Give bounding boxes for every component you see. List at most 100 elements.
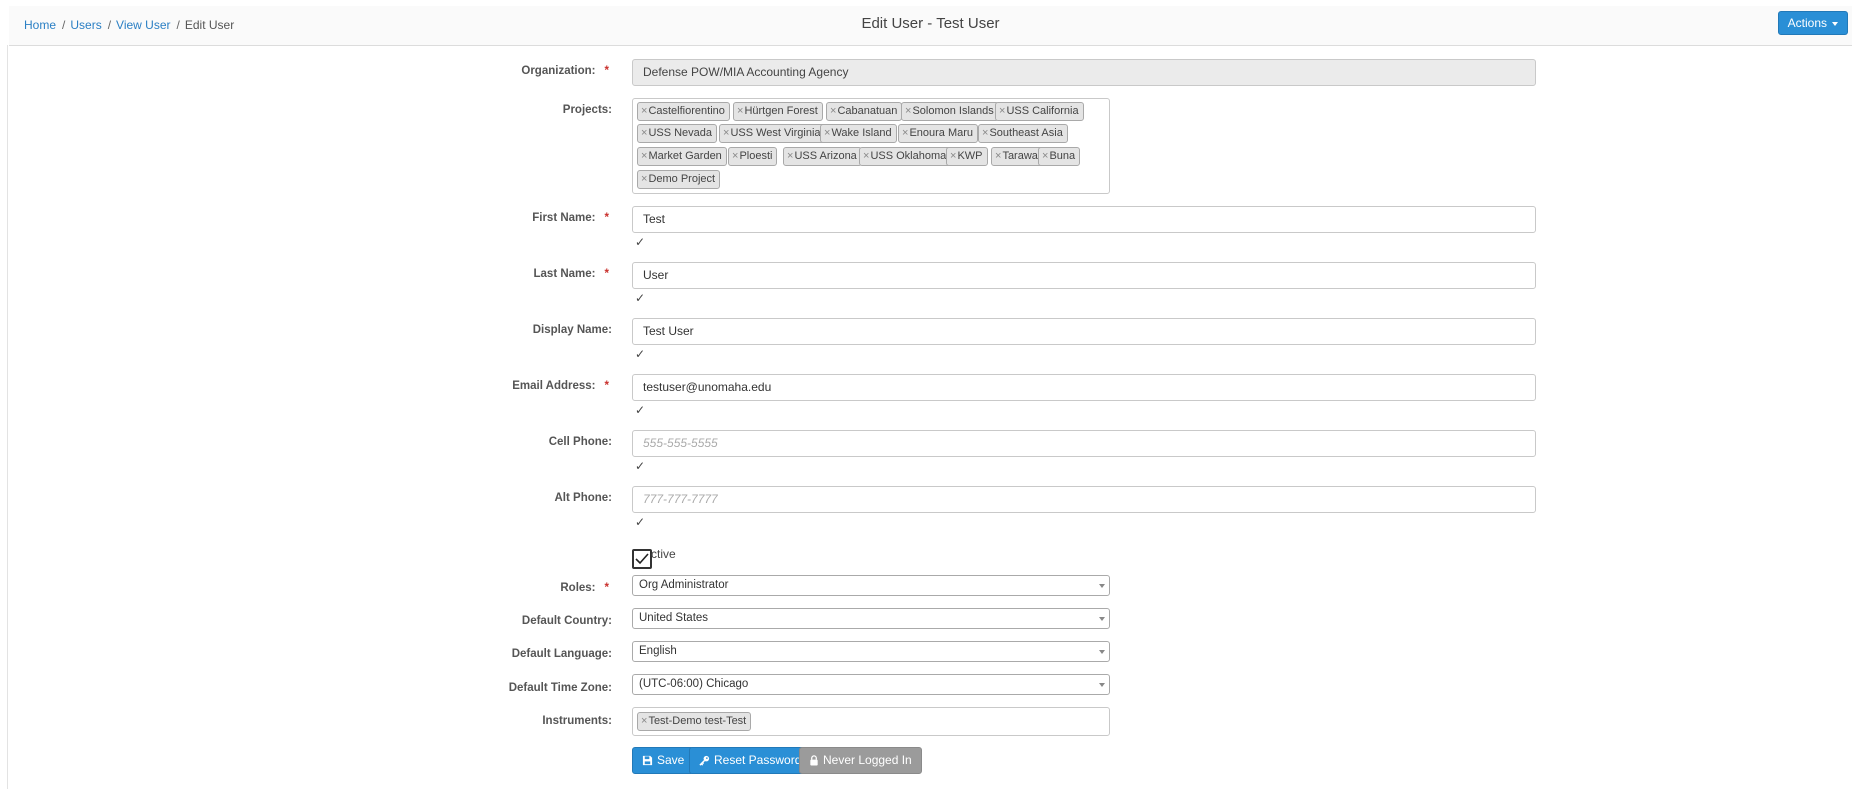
email-input[interactable]: testuser@unomaha.edu bbox=[632, 374, 1536, 401]
display-name-input[interactable]: Test User bbox=[632, 318, 1536, 345]
email-label: Email Address: * bbox=[512, 380, 609, 392]
project-tag: ×USS California bbox=[995, 102, 1084, 121]
default-country-selected: United States bbox=[639, 612, 709, 624]
instrument-tag: ×Test-Demo test-Test bbox=[637, 712, 752, 731]
default-country-label: Default Country: bbox=[521, 615, 612, 627]
last-name-input[interactable]: User bbox=[632, 262, 1536, 289]
project-tag: ×Hürtgen Forest bbox=[733, 102, 823, 121]
email-valid-check: ✓ bbox=[635, 403, 646, 417]
remove-tag-icon[interactable]: × bbox=[641, 105, 647, 117]
remove-tag-icon[interactable]: × bbox=[641, 127, 647, 139]
actions-dropdown-button[interactable]: Actions bbox=[1777, 11, 1848, 35]
required-marker: * bbox=[604, 65, 609, 77]
project-tag-label: USS Arizona bbox=[794, 150, 857, 162]
default-time-zone-label: Default Time Zone: bbox=[508, 682, 612, 694]
dropdown-arrow-icon bbox=[1099, 617, 1105, 621]
caret-down-icon bbox=[1832, 21, 1838, 26]
cell-phone-valid-check: ✓ bbox=[635, 459, 646, 473]
remove-tag-icon[interactable]: × bbox=[641, 150, 647, 162]
project-tag: ×Market Garden bbox=[637, 147, 727, 166]
project-tag: ×Demo Project bbox=[637, 170, 721, 189]
remove-tag-icon[interactable]: × bbox=[723, 127, 729, 139]
display-name-valid-check: ✓ bbox=[635, 347, 646, 361]
projects-multiselect[interactable]: ×Castelfiorentino ×Hürtgen Forest ×Cabanat… bbox=[632, 98, 1110, 194]
default-language-select[interactable]: English bbox=[632, 641, 1110, 662]
active-label: ctive bbox=[651, 547, 676, 561]
required-marker: * bbox=[604, 380, 609, 392]
remove-tag-icon[interactable]: × bbox=[995, 150, 1001, 162]
page-title: Edit User - Test User bbox=[861, 15, 1000, 32]
lock-icon bbox=[810, 755, 818, 766]
remove-tag-icon[interactable]: × bbox=[641, 715, 647, 727]
last-name-label: Last Name: * bbox=[533, 268, 609, 280]
remove-tag-icon[interactable]: × bbox=[732, 150, 738, 162]
active-checkbox[interactable] bbox=[632, 549, 652, 569]
instruments-multiselect[interactable]: ×Test-Demo test-Test bbox=[632, 707, 1110, 736]
project-tag: ×KWP bbox=[946, 147, 988, 166]
remove-tag-icon[interactable]: × bbox=[830, 105, 836, 117]
default-country-select[interactable]: United States bbox=[632, 608, 1110, 629]
project-tag-label: Hürtgen Forest bbox=[744, 105, 818, 117]
last-name-valid-check: ✓ bbox=[635, 291, 646, 305]
cell-phone-input[interactable]: 555-555-5555 bbox=[632, 430, 1536, 457]
checkmark-icon bbox=[635, 553, 649, 565]
required-marker: * bbox=[604, 582, 609, 594]
project-tag: ×USS Oklahoma bbox=[859, 147, 952, 166]
key-icon bbox=[699, 755, 710, 766]
project-tag: ×Tarawa bbox=[991, 147, 1043, 166]
remove-tag-icon[interactable]: × bbox=[787, 150, 793, 162]
floppy-disk-icon bbox=[642, 755, 653, 766]
remove-tag-icon[interactable]: × bbox=[863, 150, 869, 162]
first-name-label: First Name: * bbox=[532, 212, 609, 224]
save-button-label: Save bbox=[657, 753, 685, 767]
projects-label: Projects: bbox=[562, 104, 612, 116]
never-logged-in-label: Never Logged In bbox=[823, 753, 912, 767]
project-tag-label: Enoura Maru bbox=[909, 127, 974, 139]
project-tag-label: USS Oklahoma bbox=[870, 150, 947, 162]
remove-tag-icon[interactable]: × bbox=[905, 105, 911, 117]
reset-password-label: Reset Password bbox=[714, 753, 802, 767]
first-name-valid-check: ✓ bbox=[635, 235, 646, 249]
alt-phone-valid-check: ✓ bbox=[635, 515, 646, 529]
reset-password-button[interactable]: Reset Password bbox=[689, 747, 812, 774]
project-tag: ×USS Nevada bbox=[637, 124, 718, 143]
remove-tag-icon[interactable]: × bbox=[1042, 150, 1048, 162]
remove-tag-icon[interactable]: × bbox=[824, 127, 830, 139]
alt-phone-label: Alt Phone: bbox=[554, 492, 613, 504]
never-logged-in-button[interactable]: Never Logged In bbox=[799, 747, 922, 774]
dropdown-arrow-icon bbox=[1099, 650, 1105, 654]
remove-tag-icon[interactable]: × bbox=[902, 127, 908, 139]
required-marker: * bbox=[604, 268, 609, 280]
remove-tag-icon[interactable]: × bbox=[641, 173, 647, 185]
project-tag: ×USS Arizona bbox=[783, 147, 862, 166]
dropdown-arrow-icon bbox=[1099, 584, 1105, 588]
project-tag-label: Wake Island bbox=[831, 127, 892, 139]
project-tag-label: USS Nevada bbox=[648, 127, 713, 139]
actions-label: Actions bbox=[1787, 16, 1827, 30]
remove-tag-icon[interactable]: × bbox=[737, 105, 743, 117]
first-name-label-text: First Name: bbox=[532, 212, 596, 224]
project-tag: ×Enoura Maru bbox=[898, 124, 979, 143]
project-tag-label: USS West Virginia bbox=[730, 127, 821, 139]
left-border bbox=[7, 45, 8, 789]
project-tag-label: Tarawa bbox=[1002, 150, 1038, 162]
roles-select[interactable]: Org Administrator bbox=[632, 575, 1110, 596]
project-tag: ×Castelfiorentino bbox=[637, 102, 730, 121]
project-tag: ×Wake Island bbox=[820, 124, 897, 143]
project-tag-label: USS California bbox=[1006, 105, 1079, 117]
project-tag-label: Ploesti bbox=[739, 150, 773, 162]
remove-tag-icon[interactable]: × bbox=[999, 105, 1005, 117]
last-name-label-text: Last Name: bbox=[533, 268, 596, 280]
organization-label: Organization: * bbox=[521, 65, 609, 77]
project-tag-label: Castelfiorentino bbox=[648, 105, 725, 117]
alt-phone-input[interactable]: 777-777-7777 bbox=[632, 486, 1536, 513]
save-button[interactable]: Save bbox=[632, 747, 695, 774]
required-marker: * bbox=[604, 212, 609, 224]
project-tag-label: Buna bbox=[1049, 150, 1076, 162]
remove-tag-icon[interactable]: × bbox=[950, 150, 956, 162]
organization-field: Defense POW/MIA Accounting Agency bbox=[632, 59, 1536, 86]
email-label-text: Email Address: bbox=[512, 380, 596, 392]
remove-tag-icon[interactable]: × bbox=[982, 127, 988, 139]
first-name-input[interactable]: Test bbox=[632, 206, 1536, 233]
default-time-zone-select[interactable]: (UTC-06:00) Chicago bbox=[632, 674, 1110, 695]
